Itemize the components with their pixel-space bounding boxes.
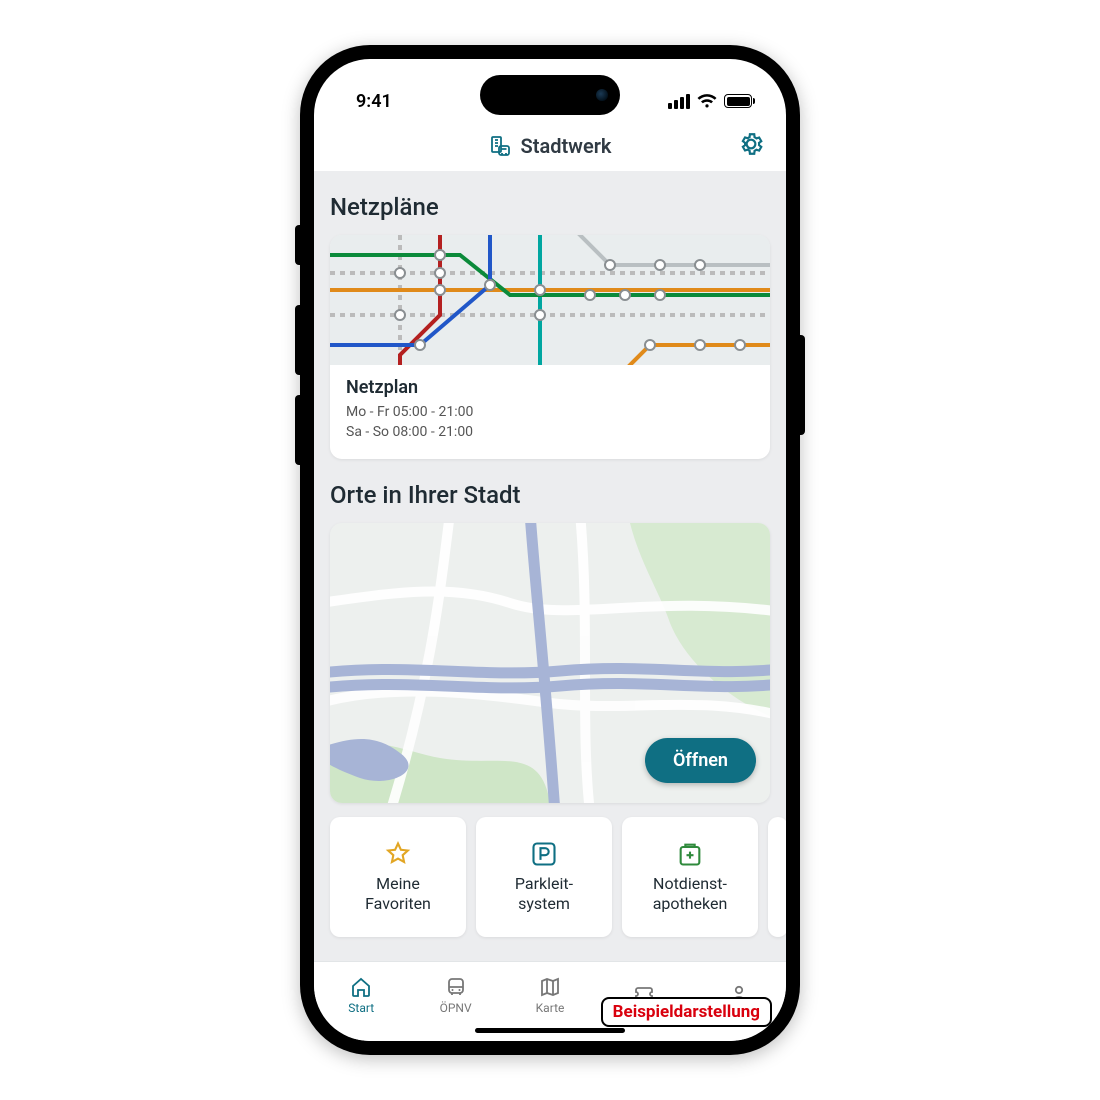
open-map-button[interactable]: Öffnen — [645, 738, 756, 783]
status-time: 9:41 — [356, 91, 392, 112]
dynamic-island — [480, 75, 620, 115]
transit-map-thumbnail — [330, 235, 770, 365]
app-logo-icon — [489, 134, 513, 158]
netzplan-card[interactable]: Netzplan Mo - Fr 05:00 - 21:00 Sa - So 0… — [330, 235, 770, 459]
tile-label: MeineFavoriten — [365, 874, 431, 914]
home-indicator — [475, 1028, 625, 1033]
content-area[interactable]: Netzpläne — [314, 171, 786, 961]
city-map-card[interactable]: Öffnen — [330, 523, 770, 803]
tab-label: Karte — [536, 1001, 565, 1015]
netzplan-hours-weekend: Sa - So 08:00 - 21:00 — [346, 422, 754, 442]
battery-icon — [724, 94, 752, 108]
parking-icon — [530, 840, 558, 868]
pharmacy-icon — [676, 840, 704, 868]
wifi-icon — [697, 94, 717, 109]
tile-notdienstapotheken[interactable]: Notdienst-apotheken — [622, 817, 758, 937]
app-header: Stadtwerk — [314, 121, 786, 171]
gear-icon — [738, 131, 764, 157]
cellular-icon — [668, 94, 690, 109]
netzplan-hours-weekday: Mo - Fr 05:00 - 21:00 — [346, 402, 754, 422]
tile-partial[interactable] — [768, 817, 786, 937]
section-heading-orte: Orte in Ihrer Stadt — [314, 459, 786, 523]
side-button — [295, 225, 300, 265]
place-tiles-row[interactable]: MeineFavoriten Parkleit-system Notdienst… — [314, 803, 786, 951]
tab-start[interactable]: Start — [314, 962, 408, 1027]
example-badge: Beispieldarstellung — [601, 997, 772, 1027]
section-heading-netzplaene: Netzpläne — [314, 171, 786, 235]
side-button — [800, 335, 805, 435]
tab-label: Start — [348, 1001, 374, 1015]
tab-label: ÖPNV — [440, 1001, 472, 1015]
side-button — [295, 305, 300, 375]
home-icon — [348, 975, 374, 999]
star-icon — [384, 840, 412, 868]
bus-icon — [443, 975, 469, 999]
netzplan-card-title: Netzplan — [346, 377, 754, 398]
settings-button[interactable] — [738, 131, 764, 161]
tile-parkleitsystem[interactable]: Parkleit-system — [476, 817, 612, 937]
app-title-text: Stadtwerk — [521, 134, 612, 158]
tab-karte[interactable]: Karte — [503, 962, 597, 1027]
tile-label: Parkleit-system — [515, 874, 573, 914]
tab-oepnv[interactable]: ÖPNV — [408, 962, 502, 1027]
tile-favoriten[interactable]: MeineFavoriten — [330, 817, 466, 937]
side-button — [295, 395, 300, 465]
phone-frame: 9:41 Stadtwerk — [300, 45, 800, 1055]
tile-label: Notdienst-apotheken — [653, 874, 728, 914]
map-icon — [537, 975, 563, 999]
